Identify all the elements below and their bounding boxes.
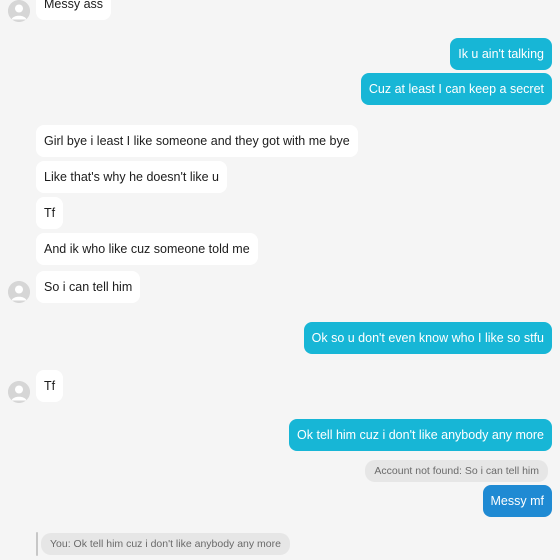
incoming-message[interactable]: Tf bbox=[36, 370, 64, 402]
reply-preview: You: Ok tell him cuz i don't like anybod… bbox=[41, 533, 290, 555]
contact-avatar-icon[interactable] bbox=[8, 0, 30, 22]
incoming-message[interactable]: So i can tell him bbox=[36, 271, 141, 303]
incoming-message[interactable]: Girl bye i least I like someone and they… bbox=[36, 125, 358, 157]
outgoing-message[interactable]: Messy mf bbox=[482, 485, 552, 517]
default-avatar-icon bbox=[8, 281, 30, 303]
default-avatar-icon bbox=[8, 0, 30, 22]
reply-preview: Account not found: So i can tell him bbox=[365, 460, 548, 482]
outgoing-message[interactable]: Ok so u don't even know who I like so st… bbox=[303, 322, 552, 354]
contact-avatar-icon[interactable] bbox=[8, 381, 30, 403]
contact-avatar-icon[interactable] bbox=[8, 281, 30, 303]
outgoing-message[interactable]: Ok tell him cuz i don't like anybody any… bbox=[289, 419, 552, 451]
incoming-message[interactable]: Tf bbox=[36, 197, 64, 229]
incoming-message[interactable]: And ik who like cuz someone told me bbox=[36, 233, 258, 265]
incoming-message[interactable]: Like that's why he doesn't like u bbox=[36, 161, 228, 193]
default-avatar-icon bbox=[8, 381, 30, 403]
outgoing-message[interactable]: Cuz at least I can keep a secret bbox=[360, 73, 552, 105]
outgoing-message[interactable]: Ik u ain't talking bbox=[450, 38, 552, 70]
reply-indicator-bar bbox=[36, 532, 38, 556]
incoming-message[interactable]: Messy ass bbox=[36, 0, 112, 20]
